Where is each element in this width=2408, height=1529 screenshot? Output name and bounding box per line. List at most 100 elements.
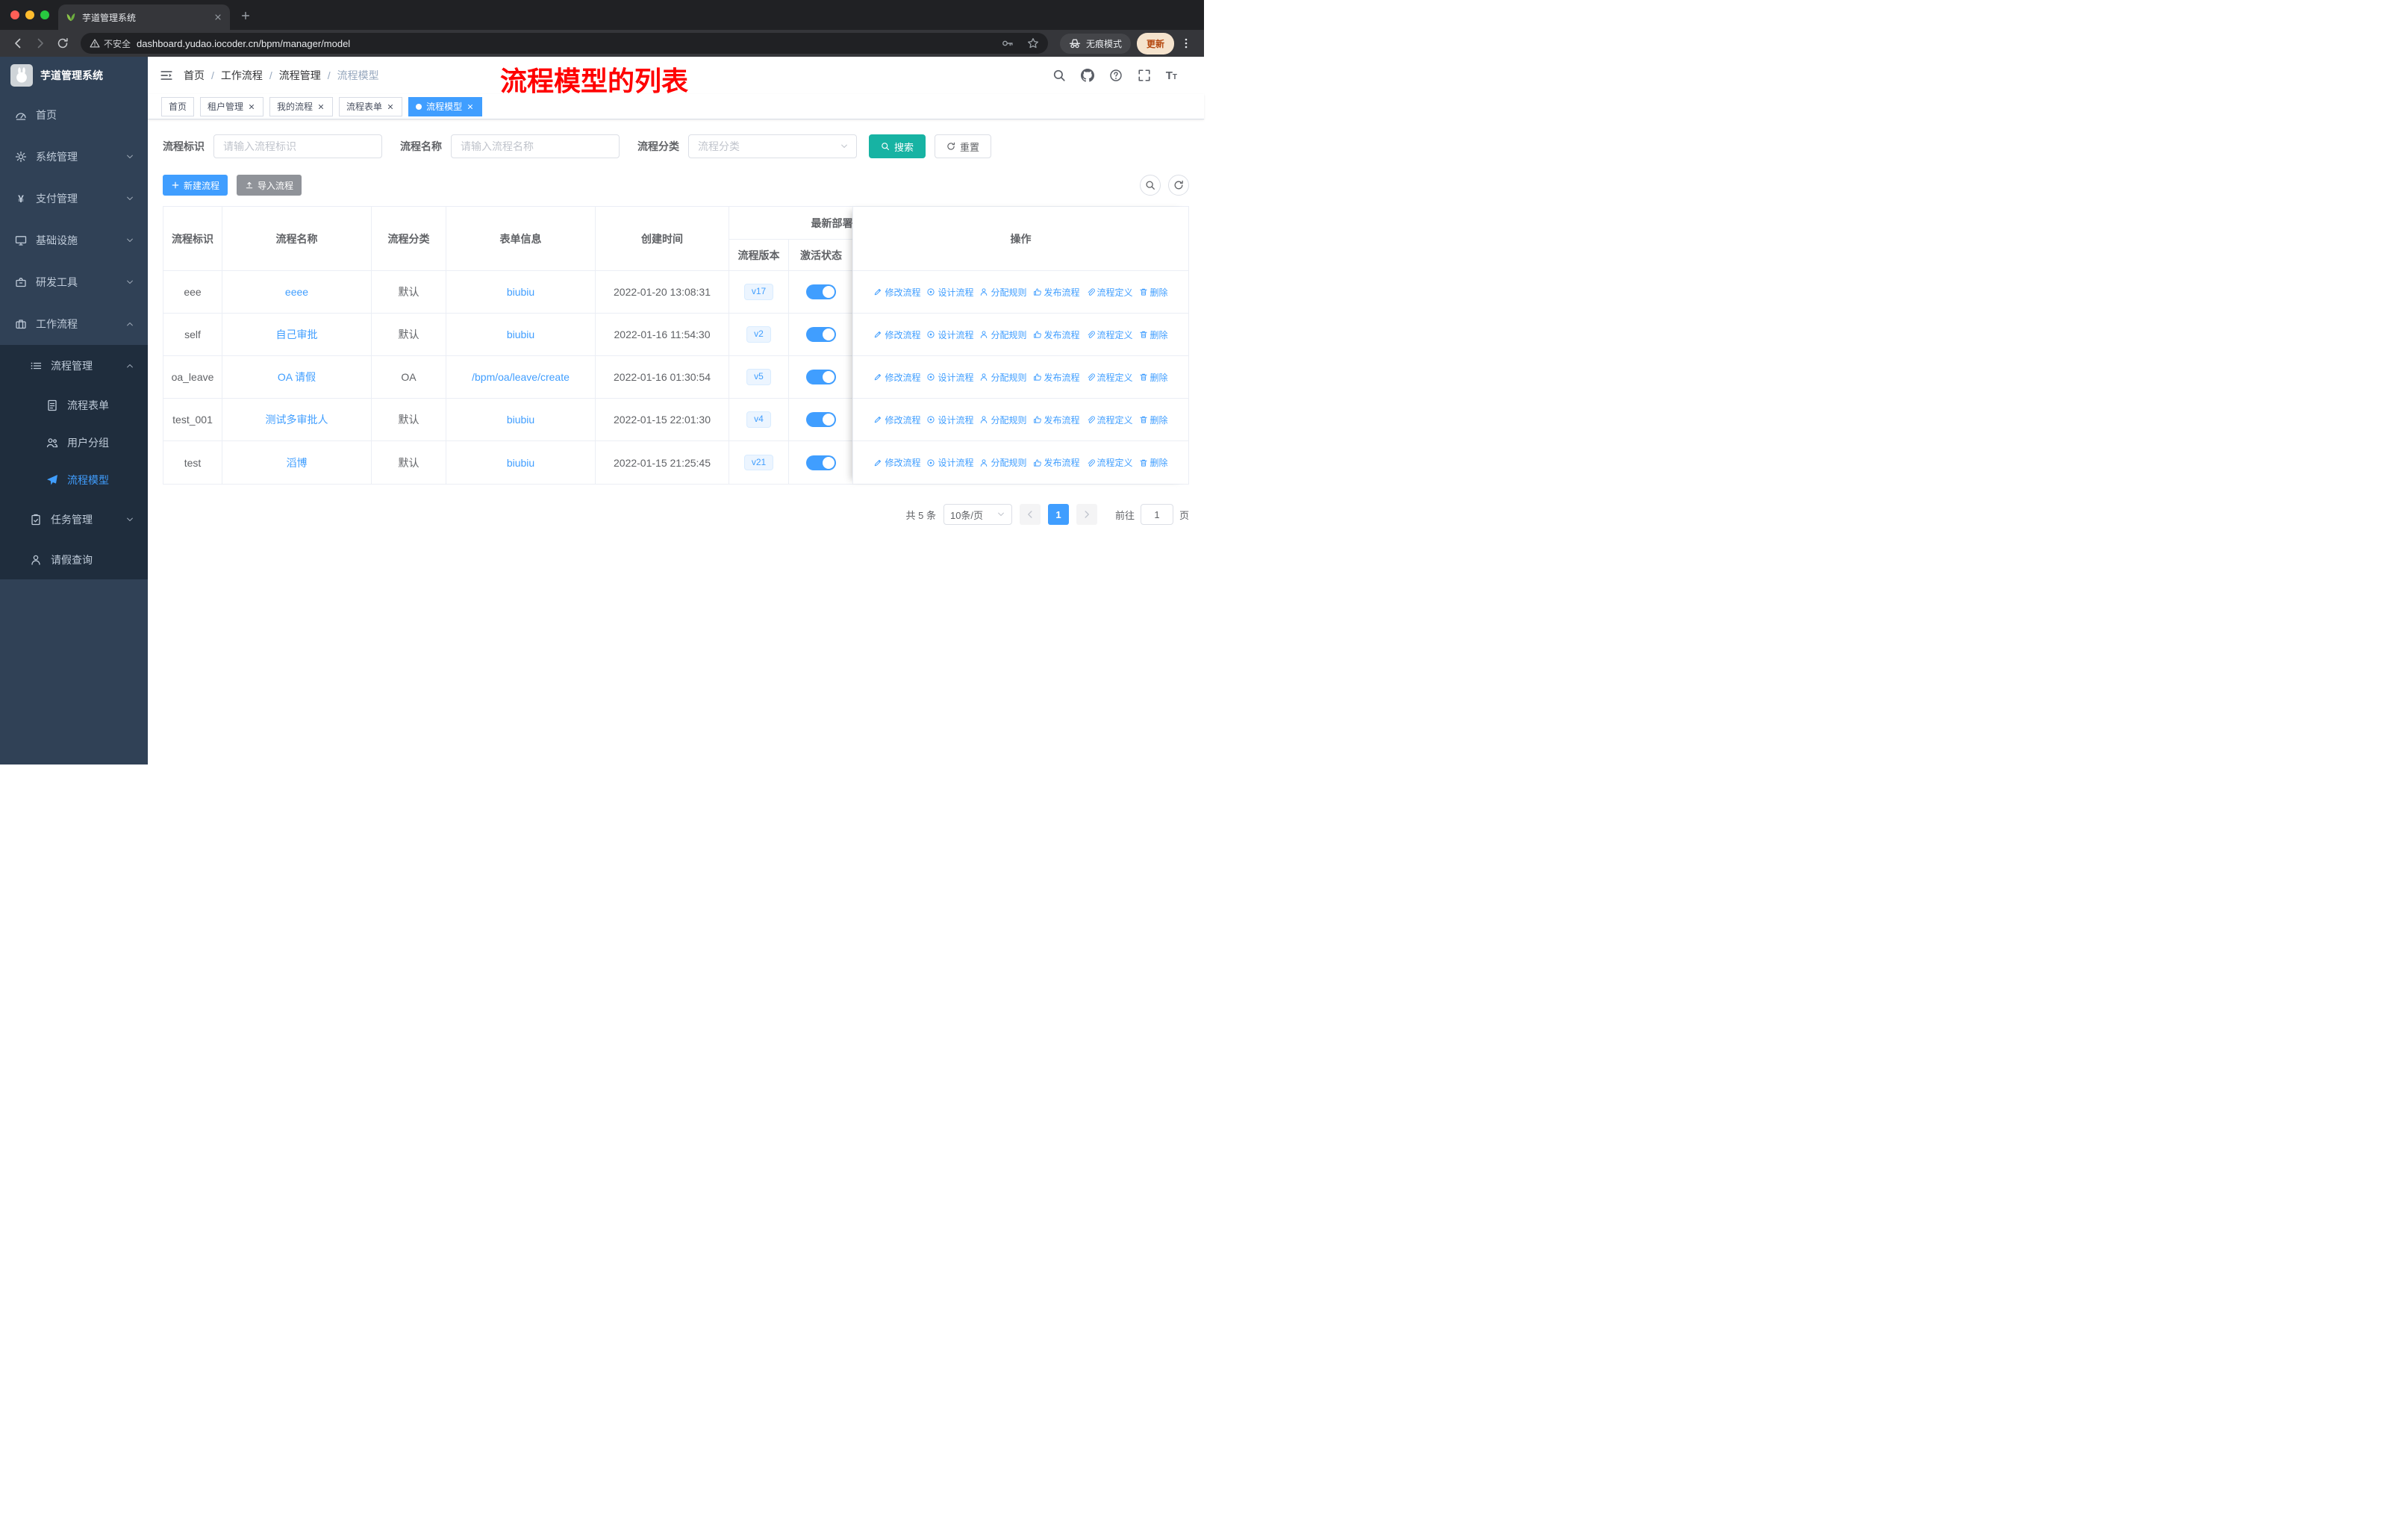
design-process-link[interactable]: 设计流程 bbox=[926, 456, 973, 469]
process-category-select[interactable]: 流程分类 bbox=[688, 134, 857, 158]
design-process-link[interactable]: 设计流程 bbox=[926, 414, 973, 426]
toggle-search-button[interactable] bbox=[1140, 175, 1161, 196]
process-name-link[interactable]: eeee bbox=[285, 286, 308, 298]
process-definition-link[interactable]: 流程定义 bbox=[1086, 371, 1133, 384]
form-info-link[interactable]: biubiu bbox=[507, 457, 534, 469]
form-info-link[interactable]: biubiu bbox=[507, 328, 534, 340]
fullscreen-icon[interactable] bbox=[1138, 69, 1151, 82]
browser-tab[interactable]: 芋道管理系统 bbox=[58, 4, 230, 30]
tag-process-form[interactable]: 流程表单 bbox=[339, 96, 403, 116]
edit-process-link[interactable]: 修改流程 bbox=[873, 456, 920, 469]
create-process-button[interactable]: 新建流程 bbox=[163, 175, 228, 196]
form-info-link[interactable]: /bpm/oa/leave/create bbox=[472, 371, 570, 383]
sidebar-item-user-group[interactable]: 用户分组 bbox=[0, 424, 148, 461]
tag-close-icon[interactable] bbox=[247, 102, 256, 111]
help-icon[interactable] bbox=[1109, 69, 1123, 82]
active-toggle[interactable] bbox=[806, 370, 836, 384]
search-icon[interactable] bbox=[1052, 69, 1066, 82]
breadcrumb-process-mgmt[interactable]: 流程管理 bbox=[279, 68, 321, 83]
process-name-link[interactable]: 测试多审批人 bbox=[266, 412, 328, 427]
breadcrumb-workflow[interactable]: 工作流程 bbox=[221, 68, 263, 83]
design-process-link[interactable]: 设计流程 bbox=[926, 371, 973, 384]
font-size-icon[interactable]: TT bbox=[1166, 70, 1177, 81]
form-info-link[interactable]: biubiu bbox=[507, 414, 534, 426]
app-logo[interactable]: 芋道管理系统 bbox=[0, 57, 148, 94]
reset-button[interactable]: 重置 bbox=[935, 134, 992, 158]
publish-process-link[interactable]: 发布流程 bbox=[1033, 456, 1080, 469]
next-page-button[interactable] bbox=[1076, 504, 1097, 525]
tag-process-model[interactable]: 流程模型 bbox=[408, 96, 483, 116]
process-name-link[interactable]: 滔博 bbox=[287, 455, 308, 470]
sidebar-collapse-icon[interactable] bbox=[160, 69, 173, 82]
publish-process-link[interactable]: 发布流程 bbox=[1033, 414, 1080, 426]
sidebar-item-process-mgmt[interactable]: 流程管理 bbox=[0, 345, 148, 387]
prev-page-button[interactable] bbox=[1019, 504, 1041, 525]
process-definition-link[interactable]: 流程定义 bbox=[1086, 456, 1133, 469]
breadcrumb-home[interactable]: 首页 bbox=[184, 68, 205, 83]
security-chip[interactable]: 不安全 bbox=[90, 37, 131, 50]
assign-rule-link[interactable]: 分配规则 bbox=[979, 414, 1027, 426]
tag-close-icon[interactable] bbox=[466, 102, 475, 111]
form-info-link[interactable]: biubiu bbox=[507, 286, 534, 298]
delete-process-link[interactable]: 删除 bbox=[1139, 328, 1168, 341]
active-toggle[interactable] bbox=[806, 412, 836, 427]
password-key-icon[interactable] bbox=[1002, 37, 1014, 49]
active-toggle[interactable] bbox=[806, 284, 836, 299]
publish-process-link[interactable]: 发布流程 bbox=[1033, 371, 1080, 384]
new-tab-button[interactable] bbox=[234, 4, 257, 27]
edit-process-link[interactable]: 修改流程 bbox=[873, 414, 920, 426]
search-button[interactable]: 搜索 bbox=[869, 134, 926, 158]
publish-process-link[interactable]: 发布流程 bbox=[1033, 328, 1080, 341]
tag-close-icon[interactable] bbox=[386, 102, 395, 111]
delete-process-link[interactable]: 删除 bbox=[1139, 371, 1168, 384]
forward-button[interactable] bbox=[30, 33, 51, 54]
active-toggle[interactable] bbox=[806, 455, 836, 470]
chrome-update-button[interactable]: 更新 bbox=[1136, 32, 1174, 55]
edit-process-link[interactable]: 修改流程 bbox=[873, 371, 920, 384]
edit-process-link[interactable]: 修改流程 bbox=[873, 328, 920, 341]
import-process-button[interactable]: 导入流程 bbox=[237, 175, 302, 196]
sidebar-item-workflow[interactable]: 工作流程 bbox=[0, 303, 148, 345]
process-name-link[interactable]: 自己审批 bbox=[276, 327, 318, 342]
process-definition-link[interactable]: 流程定义 bbox=[1086, 286, 1133, 299]
sidebar-item-system-mgmt[interactable]: 系统管理 bbox=[0, 136, 148, 178]
assign-rule-link[interactable]: 分配规则 bbox=[979, 286, 1027, 299]
edit-process-link[interactable]: 修改流程 bbox=[873, 286, 920, 299]
reload-button[interactable] bbox=[52, 33, 73, 54]
sidebar-item-infrastructure[interactable]: 基础设施 bbox=[0, 219, 148, 261]
sidebar-item-home[interactable]: 首页 bbox=[0, 94, 148, 136]
sidebar-item-task-mgmt[interactable]: 任务管理 bbox=[0, 499, 148, 541]
window-zoom-button[interactable] bbox=[40, 10, 49, 19]
page-size-select[interactable]: 10条/页 bbox=[943, 504, 1012, 525]
delete-process-link[interactable]: 删除 bbox=[1139, 286, 1168, 299]
goto-page-input[interactable] bbox=[1140, 504, 1173, 525]
page-number-button[interactable]: 1 bbox=[1047, 504, 1069, 525]
sidebar-item-dev-tools[interactable]: 研发工具 bbox=[0, 261, 148, 303]
back-button[interactable] bbox=[7, 33, 28, 54]
sidebar-item-process-form[interactable]: 流程表单 bbox=[0, 387, 148, 424]
assign-rule-link[interactable]: 分配规则 bbox=[979, 328, 1027, 341]
assign-rule-link[interactable]: 分配规则 bbox=[979, 456, 1027, 469]
delete-process-link[interactable]: 删除 bbox=[1139, 456, 1168, 469]
tag-close-icon[interactable] bbox=[316, 102, 325, 111]
assign-rule-link[interactable]: 分配规则 bbox=[979, 371, 1027, 384]
active-toggle[interactable] bbox=[806, 327, 836, 342]
github-icon[interactable] bbox=[1081, 69, 1094, 82]
window-close-button[interactable] bbox=[10, 10, 19, 19]
sidebar-item-payment-mgmt[interactable]: ¥ 支付管理 bbox=[0, 178, 148, 219]
delete-process-link[interactable]: 删除 bbox=[1139, 414, 1168, 426]
bookmark-star-icon[interactable] bbox=[1027, 37, 1039, 49]
window-minimize-button[interactable] bbox=[25, 10, 34, 19]
sidebar-item-leave-query[interactable]: 请假查询 bbox=[0, 541, 148, 579]
process-id-input[interactable] bbox=[213, 134, 382, 158]
tag-tenant-mgmt[interactable]: 租户管理 bbox=[200, 96, 264, 116]
browser-menu-icon[interactable] bbox=[1176, 37, 1197, 49]
tag-my-process[interactable]: 我的流程 bbox=[269, 96, 334, 116]
tag-home[interactable]: 首页 bbox=[161, 96, 195, 116]
design-process-link[interactable]: 设计流程 bbox=[926, 286, 973, 299]
address-bar[interactable]: 不安全 dashboard.yudao.iocoder.cn/bpm/manag… bbox=[81, 33, 1048, 54]
process-definition-link[interactable]: 流程定义 bbox=[1086, 328, 1133, 341]
design-process-link[interactable]: 设计流程 bbox=[926, 328, 973, 341]
process-name-input[interactable] bbox=[451, 134, 620, 158]
process-name-link[interactable]: OA 请假 bbox=[278, 370, 316, 384]
